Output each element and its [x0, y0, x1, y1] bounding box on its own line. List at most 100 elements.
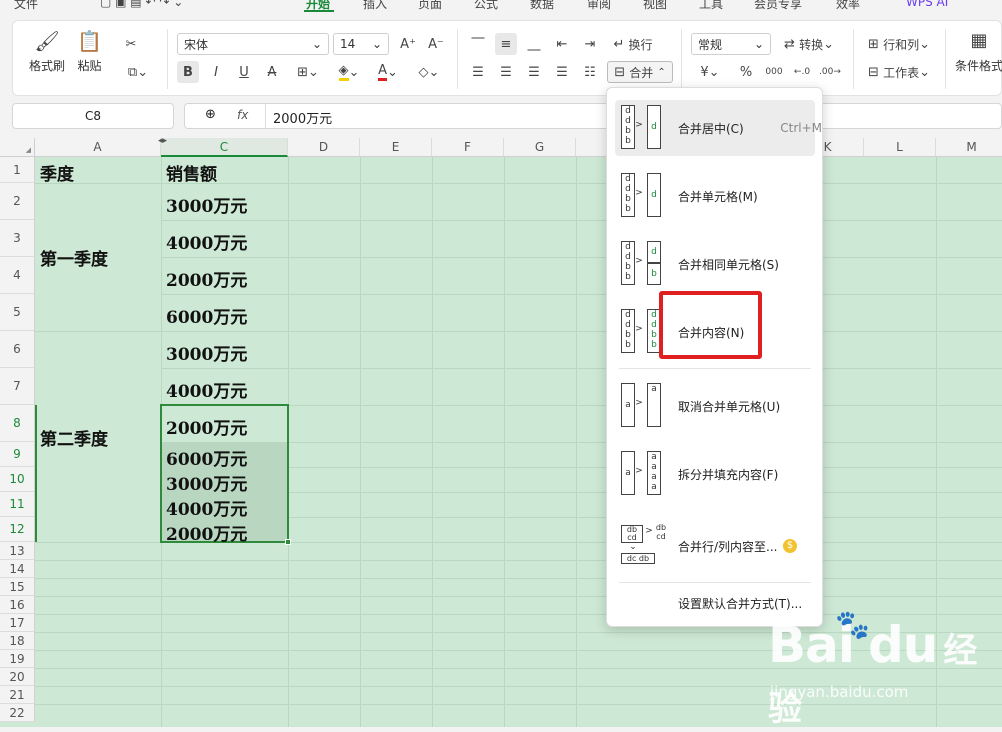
increase-decimal-icon[interactable]: ←.0 — [791, 61, 813, 83]
column-header-D[interactable]: D — [288, 138, 360, 157]
menu-item-merge-cells[interactable]: ddbb > d 合并单元格(M) — [615, 168, 815, 224]
justify-icon[interactable]: ☰ — [551, 61, 573, 83]
cell-C6[interactable]: 3000万元 — [166, 340, 247, 365]
tab-tools[interactable]: 工具 — [699, 0, 723, 12]
row-header[interactable]: 13 — [0, 542, 35, 560]
cell-C2[interactable]: 3000万元 — [166, 192, 247, 217]
cell-C3[interactable]: 4000万元 — [166, 229, 247, 254]
tab-efficiency[interactable]: 效率 — [836, 0, 860, 12]
merge-button[interactable]: ⊟ 合并 ⌃ — [607, 61, 673, 83]
bold-button[interactable]: B — [177, 61, 199, 83]
cut-icon[interactable]: ✂ — [119, 33, 143, 55]
tab-page[interactable]: 页面 — [418, 0, 442, 12]
tab-formula[interactable]: 公式 — [474, 0, 498, 12]
thousands-icon[interactable]: 000 — [763, 61, 785, 83]
cell-C12[interactable]: 2000万元 — [166, 520, 247, 545]
row-header[interactable]: 4 — [0, 257, 35, 294]
row-header[interactable]: 15 — [0, 578, 35, 596]
tab-data[interactable]: 数据 — [530, 0, 554, 12]
row-header[interactable]: 12 — [0, 517, 35, 542]
menu-item-merge-same[interactable]: ddbb > d b 合并相同单元格(S) — [615, 236, 815, 292]
conditional-format-button[interactable]: ▦ 条件格式 — [955, 32, 1002, 74]
menu-item-default-merge[interactable]: 设置默认合并方式(T)... — [615, 588, 815, 618]
name-box[interactable]: C8 — [12, 103, 174, 129]
fx-icon[interactable]: fx — [237, 108, 248, 122]
row-header[interactable]: 14 — [0, 560, 35, 578]
column-header-E[interactable]: E — [360, 138, 432, 157]
number-format-select[interactable]: 常规 ⌄ — [691, 33, 771, 55]
cell-C11[interactable]: 4000万元 — [166, 495, 247, 520]
cell-A6-merged[interactable]: 第二季度 — [40, 425, 108, 450]
row-header[interactable]: 7 — [0, 368, 35, 405]
fill-color-icon[interactable]: ◈ ⌄ — [331, 61, 367, 83]
paste-button[interactable]: 📋 粘贴 — [77, 31, 102, 74]
cell-C9[interactable]: 6000万元 — [166, 445, 247, 470]
cell-C4[interactable]: 2000万元 — [166, 266, 247, 291]
tab-review[interactable]: 审阅 — [587, 0, 611, 12]
zoom-icon[interactable]: ⊕ — [205, 107, 216, 122]
font-name-select[interactable]: 宋体 ⌄ — [177, 33, 329, 55]
format-painter-button[interactable]: 🖌 格式刷 — [29, 31, 65, 74]
hidden-column-icon[interactable]: ◂▸ — [158, 138, 167, 146]
align-center-icon[interactable]: ☰ — [495, 61, 517, 83]
align-left-icon[interactable]: ☰ — [467, 61, 489, 83]
row-header[interactable]: 21 — [0, 686, 35, 704]
column-header-M[interactable]: M — [936, 138, 1002, 157]
cell-C5[interactable]: 6000万元 — [166, 303, 247, 328]
save-icon[interactable]: ▢ ▣ ▤ ↶ ↷ ⌄ — [100, 0, 183, 9]
indent-decrease-icon[interactable]: ⇤ — [551, 33, 573, 55]
wrap-text-button[interactable]: ↵ 换行 — [609, 33, 657, 55]
row-header[interactable]: 8 — [0, 405, 35, 442]
increase-font-icon[interactable]: A⁺ — [397, 33, 419, 55]
row-header[interactable]: 3 — [0, 220, 35, 257]
indent-increase-icon[interactable]: ⇥ — [579, 33, 601, 55]
cell-C1[interactable]: 销售额 — [166, 160, 217, 185]
font-color-icon[interactable]: A ⌄ — [371, 61, 405, 83]
menu-item-unmerge[interactable]: a > a 取消合并单元格(U) — [615, 378, 815, 434]
row-header[interactable]: 18 — [0, 632, 35, 650]
formula-input[interactable]: ⊕ fx 2000万元 — [184, 103, 1002, 129]
menu-item-split-fill[interactable]: a > aaaa 拆分并填充内容(F) — [615, 446, 815, 502]
select-all-corner[interactable]: ◢ — [0, 138, 35, 157]
worksheet-button[interactable]: ⊟ 工作表 ⌄ — [863, 61, 935, 83]
convert-button[interactable]: ⇄ 转换 ⌄ — [777, 33, 841, 55]
row-header[interactable]: 10 — [0, 467, 35, 492]
border-icon[interactable]: ⊞⌄ — [291, 61, 325, 83]
cell-C10[interactable]: 3000万元 — [166, 470, 247, 495]
menu-file[interactable]: 文件 — [14, 0, 38, 12]
align-bottom-icon[interactable]: ⎽ — [523, 33, 545, 55]
tab-member[interactable]: 会员专享 — [754, 0, 802, 12]
row-header[interactable]: 2 — [0, 183, 35, 220]
row-header[interactable]: 5 — [0, 294, 35, 331]
copy-icon[interactable]: ⧉⌄ — [121, 61, 155, 83]
font-size-select[interactable]: 14 ⌄ — [333, 33, 389, 55]
cell-A1[interactable]: 季度 — [40, 160, 74, 185]
distribute-icon[interactable]: ☷ — [579, 61, 601, 83]
italic-button[interactable]: I — [205, 61, 227, 83]
row-header[interactable]: 20 — [0, 668, 35, 686]
underline-button[interactable]: U — [233, 61, 255, 83]
menu-item-merge-row-col[interactable]: db cd > db cd ⌄ dc db 合并行/列内容至... $ — [615, 518, 815, 574]
align-top-icon[interactable]: ⎺ — [467, 33, 489, 55]
column-header-F[interactable]: F — [432, 138, 504, 157]
fill-handle[interactable] — [285, 539, 291, 545]
row-header[interactable]: 9 — [0, 442, 35, 467]
strikethrough-button[interactable]: A — [261, 61, 283, 83]
cell-C7[interactable]: 4000万元 — [166, 377, 247, 402]
column-header-A[interactable]: A — [35, 138, 161, 157]
wps-ai-button[interactable]: WPS AI — [906, 0, 948, 9]
currency-icon[interactable]: ¥⌄ — [693, 61, 727, 83]
decrease-font-icon[interactable]: A⁻ — [425, 33, 447, 55]
tab-view[interactable]: 视图 — [643, 0, 667, 12]
tab-insert[interactable]: 插入 — [363, 0, 387, 12]
menu-item-merge-center[interactable]: ddbb > d 合并居中(C) Ctrl+M — [615, 100, 822, 156]
cell-A2-merged[interactable]: 第一季度 — [40, 245, 108, 270]
align-middle-icon[interactable]: ≡ — [495, 33, 517, 55]
row-header[interactable]: 19 — [0, 650, 35, 668]
percent-icon[interactable]: % — [735, 61, 757, 83]
clear-format-icon[interactable]: ◇⌄ — [411, 61, 447, 83]
row-header[interactable]: 1 — [0, 157, 35, 183]
cell-C8[interactable]: 2000万元 — [166, 414, 247, 439]
row-header[interactable]: 16 — [0, 596, 35, 614]
row-col-button[interactable]: ⊞ 行和列 ⌄ — [863, 33, 935, 55]
